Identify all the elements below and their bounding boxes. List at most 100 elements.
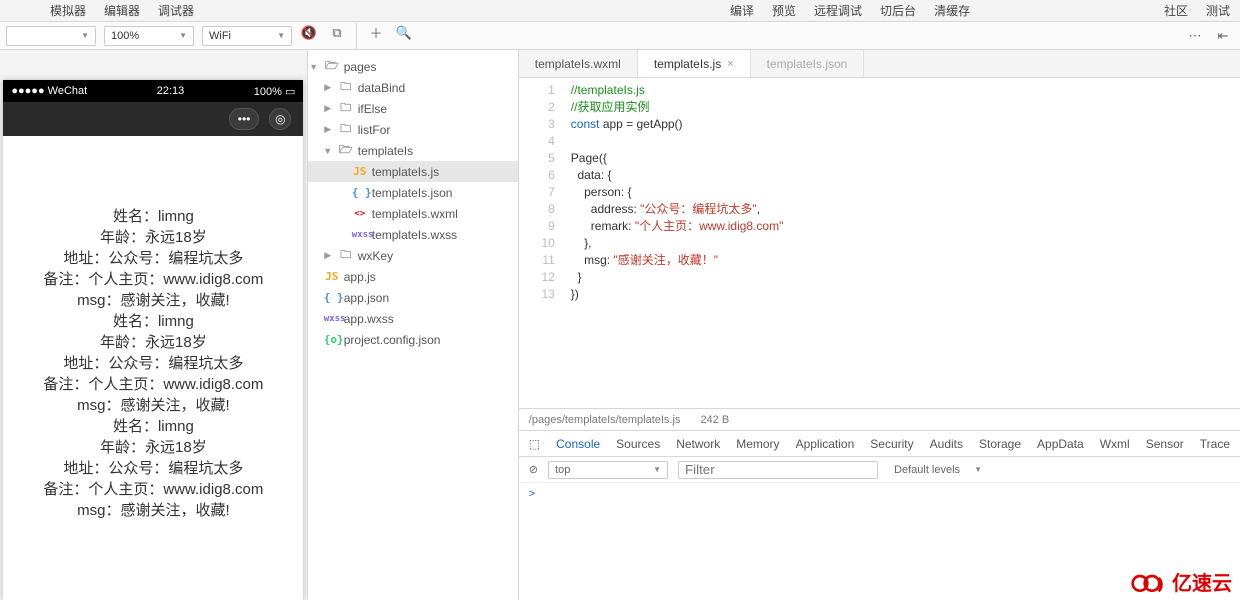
tree-arrow-icon: ▼ bbox=[322, 146, 334, 156]
devtools-tab[interactable]: Security bbox=[870, 437, 913, 451]
preview-line: 年龄：永远18岁 bbox=[13, 437, 293, 458]
add-icon[interactable]: ＋ bbox=[365, 23, 387, 43]
tree-label: pages bbox=[344, 60, 377, 74]
tree-label: listFor bbox=[358, 123, 391, 137]
tree-label: dataBind bbox=[358, 81, 405, 95]
editor-tab[interactable]: templateIs.js× bbox=[638, 50, 751, 77]
page-content: 姓名：limng年龄：永远18岁地址：公众号：编程坑太多备注：个人主页：www.… bbox=[3, 136, 303, 541]
tree-node[interactable]: {o}project.config.json bbox=[308, 329, 518, 350]
zoom-select[interactable]: 100%▼ bbox=[104, 26, 194, 46]
tree-node[interactable]: ▶ 🗀 wxKey bbox=[308, 245, 518, 266]
menu-item[interactable]: 社区 bbox=[1164, 2, 1188, 19]
tree-node[interactable]: { }app.json bbox=[308, 287, 518, 308]
editor-status-bar: /pages/templateIs/templateIs.js 242 B bbox=[519, 408, 1240, 430]
tree-node[interactable]: <>templateIs.wxml bbox=[308, 203, 518, 224]
devtools-tab[interactable]: Sources bbox=[616, 437, 660, 451]
preview-line: msg：感谢关注，收藏! bbox=[13, 500, 293, 521]
tree-node[interactable]: JStemplateIs.js bbox=[308, 161, 518, 182]
menu-item[interactable]: 调试器 bbox=[158, 2, 194, 19]
tree-node[interactable]: ▼🗁pages bbox=[308, 56, 518, 77]
devtools-tab[interactable]: Sensor bbox=[1146, 437, 1184, 451]
folder-icon: 🗀 bbox=[338, 78, 354, 97]
clear-console-icon[interactable]: ⊘ bbox=[529, 463, 538, 476]
context-select[interactable]: top▼ bbox=[548, 461, 668, 479]
menu-item[interactable]: 编辑器 bbox=[104, 2, 140, 19]
search-icon[interactable]: 🔍 bbox=[393, 23, 415, 43]
menu-item[interactable]: 模拟器 bbox=[50, 2, 86, 19]
collapse-icon[interactable]: ⇤ bbox=[1212, 26, 1234, 46]
devtools-tab[interactable]: AppData bbox=[1037, 437, 1084, 451]
wxml-icon: <> bbox=[352, 209, 368, 219]
tree-label: wxKey bbox=[358, 249, 393, 263]
tree-label: app.wxss bbox=[344, 312, 394, 326]
preview-line: 地址：公众号：编程坑太多 bbox=[13, 458, 293, 479]
toolbar: ▼ 100%▼ WiFi▼ 🔇 ⧉ ＋ 🔍 ⋯ ⇤ bbox=[0, 22, 1240, 50]
menu-item[interactable]: 清缓存 bbox=[934, 2, 970, 19]
inspect-icon[interactable]: ⬚ bbox=[529, 437, 540, 451]
folderOpen-icon: 🗁 bbox=[338, 141, 354, 160]
js-icon: JS bbox=[324, 270, 340, 283]
network-select[interactable]: WiFi▼ bbox=[202, 26, 292, 46]
tree-arrow-icon: ▶ bbox=[322, 124, 334, 135]
devtools-tab[interactable]: Console bbox=[556, 437, 600, 451]
code-source[interactable]: //templateIs.js//获取应用实例const app = getAp… bbox=[565, 78, 784, 408]
tree-arrow-icon: ▶ bbox=[322, 103, 334, 114]
chevron-down-icon: ▼ bbox=[179, 31, 187, 40]
tree-label: ifElse bbox=[358, 102, 387, 116]
tree-node[interactable]: ▶🗀listFor bbox=[308, 119, 518, 140]
proj-icon: {o} bbox=[324, 333, 340, 346]
preview-line: msg：感谢关注，收藏! bbox=[13, 290, 293, 311]
menu-item[interactable]: 切后台 bbox=[880, 2, 916, 19]
preview-line: msg：感谢关注，收藏! bbox=[13, 395, 293, 416]
json-icon: { } bbox=[352, 186, 368, 199]
more-icon[interactable]: ⋯ bbox=[1184, 26, 1206, 46]
tree-node[interactable]: JSapp.js bbox=[308, 266, 518, 287]
log-level-select[interactable]: Default levels▼ bbox=[888, 461, 988, 479]
close-icon[interactable]: × bbox=[727, 58, 733, 70]
mute-icon[interactable]: 🔇 bbox=[298, 23, 320, 43]
tree-arrow-icon: ▶ bbox=[322, 250, 334, 261]
preview-line: 年龄：永远18岁 bbox=[13, 332, 293, 353]
json-icon: { } bbox=[324, 291, 340, 304]
dock-icon[interactable]: ⧉ bbox=[326, 23, 348, 43]
devtools-tab[interactable]: Trace bbox=[1200, 437, 1230, 451]
tree-node[interactable]: wxssapp.wxss bbox=[308, 308, 518, 329]
menu-item[interactable]: 测试 bbox=[1206, 2, 1230, 19]
preview-line: 姓名：limng bbox=[13, 311, 293, 332]
folderOpen-icon: 🗁 bbox=[324, 57, 340, 76]
code-editor[interactable]: 12345678910111213 //templateIs.js//获取应用实… bbox=[519, 78, 1240, 408]
editor-tab[interactable]: templateIs.wxml bbox=[519, 50, 638, 77]
js-icon: JS bbox=[352, 165, 368, 178]
preview-line: 年龄：永远18岁 bbox=[13, 227, 293, 248]
devtools-tab[interactable]: Application bbox=[796, 437, 855, 451]
capsule-menu-icon[interactable]: ••• bbox=[229, 108, 260, 130]
devtools-tab[interactable]: Audits bbox=[930, 437, 963, 451]
capsule-close-icon[interactable]: ◎ bbox=[269, 108, 291, 130]
tree-node[interactable]: wxsstemplateIs.wxss bbox=[308, 224, 518, 245]
tree-node[interactable]: { } templateIs.json bbox=[308, 182, 518, 203]
menu-item[interactable]: 预览 bbox=[772, 2, 796, 19]
devtools-tab[interactable]: Storage bbox=[979, 437, 1021, 451]
tree-node[interactable]: ▶ 🗀 ifElse bbox=[308, 98, 518, 119]
devtools-tab[interactable]: Memory bbox=[736, 437, 779, 451]
tree-node[interactable]: ▼🗁templateIs bbox=[308, 140, 518, 161]
filter-input[interactable] bbox=[678, 461, 878, 479]
top-menu-bar: 模拟器 编辑器 调试器 编译 预览 远程调试 切后台 清缓存 社区 测试 bbox=[0, 0, 1240, 22]
tree-label: templateIs.json bbox=[372, 186, 453, 200]
menu-item[interactable]: 编译 bbox=[730, 2, 754, 19]
devtools-tab[interactable]: Network bbox=[676, 437, 720, 451]
phone-status-bar: ●●●●● WeChat 22:13 100% ▭ bbox=[3, 80, 303, 102]
devtools-tab[interactable]: Wxml bbox=[1100, 437, 1130, 451]
divider bbox=[356, 23, 357, 49]
clock-label: 22:13 bbox=[157, 85, 185, 97]
device-select[interactable]: ▼ bbox=[6, 26, 96, 46]
folder-icon: 🗀 bbox=[338, 99, 354, 118]
preview-line: 备注：个人主页：www.idig8.com bbox=[13, 269, 293, 290]
menu-item[interactable]: 远程调试 bbox=[814, 2, 862, 19]
watermark-logo: 亿速云 bbox=[1128, 567, 1232, 596]
tree-node[interactable]: ▶🗀dataBind bbox=[308, 77, 518, 98]
phone-preview: ●●●●● WeChat 22:13 100% ▭ ••• ◎ 姓名：limng… bbox=[3, 80, 303, 600]
editor-tab[interactable]: templateIs.json bbox=[751, 50, 865, 77]
preview-line: 姓名：limng bbox=[13, 206, 293, 227]
folder-icon: 🗀 bbox=[338, 246, 354, 265]
